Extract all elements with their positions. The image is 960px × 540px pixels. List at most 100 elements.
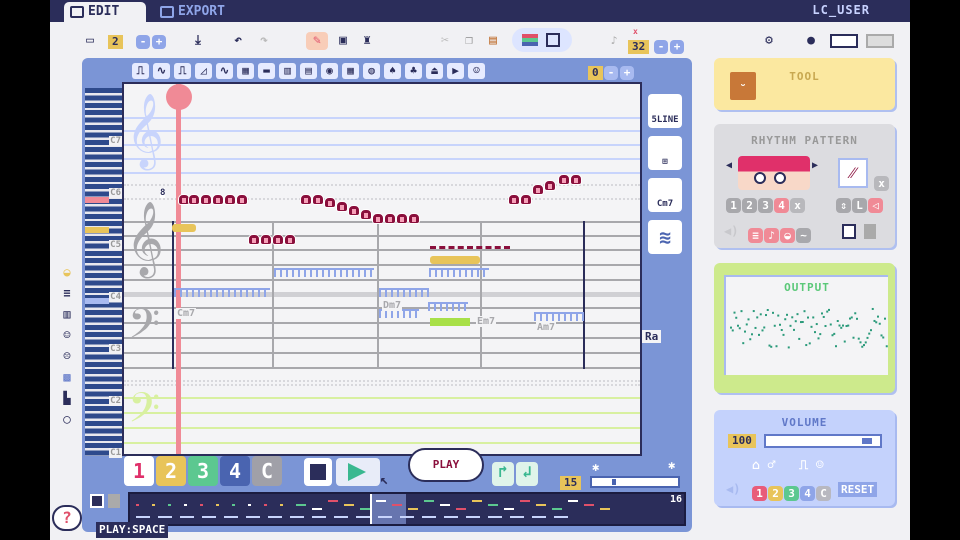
layers-button[interactable]: ≋ [648, 220, 682, 254]
robot-icon[interactable]: ▩ [60, 367, 74, 388]
tempo-slider-thumb[interactable] [612, 479, 616, 485]
volume-slider[interactable] [764, 434, 882, 448]
instrument-page-plus[interactable]: + [620, 66, 634, 80]
staff-canvas[interactable]: 𝄞𝄞𝄢𝄢8Cm7Dm7Em7Am7 [122, 82, 642, 456]
pencil-tool-icon[interactable]: ✎ [306, 32, 328, 50]
instrument-sine-wave-icon[interactable]: ∿ [153, 63, 170, 79]
paste-icon[interactable]: ▤ [484, 32, 502, 50]
folder-icon[interactable]: ▭ [82, 32, 98, 50]
instrument-marimba-icon[interactable]: ▦ [342, 63, 359, 79]
rhythm-tie-button[interactable]: ◁ [868, 198, 883, 213]
track-button-2[interactable]: 2 [156, 456, 186, 486]
keyboard-view-icon[interactable]: ▥ [60, 304, 74, 325]
tab-export[interactable]: EXPORT [154, 2, 254, 24]
timeline-paste-icon[interactable] [108, 494, 120, 508]
instrument-strawberry-icon[interactable]: ♣ [405, 63, 422, 79]
piano-keyboard[interactable]: C7C6C5C4C3C2C1 [85, 88, 122, 456]
undo-icon[interactable]: ↶ [230, 32, 246, 50]
rhythm-step-4[interactable]: 4 [774, 198, 789, 213]
volume-channel-4[interactable]: 4 [800, 486, 815, 501]
rhythm-prev-arrow[interactable]: ◀ [726, 160, 732, 171]
view-mode-2-icon[interactable] [866, 34, 894, 48]
rhythm-sound-1[interactable]: ≡ [748, 228, 763, 243]
instrument-organ-icon[interactable]: ▥ [279, 63, 296, 79]
volume-channel-1[interactable]: 1 [752, 486, 767, 501]
note-length-minus[interactable]: - [654, 40, 668, 54]
eraser-tool-icon[interactable]: ▣ [334, 32, 352, 50]
five-line-button[interactable]: 5LINE [648, 94, 682, 128]
stamp-tool-icon[interactable]: ♜ [358, 32, 376, 50]
play-button[interactable] [336, 458, 380, 486]
layer-toggle[interactable] [512, 28, 572, 52]
instrument-horn-icon[interactable]: ▶ [447, 63, 464, 79]
volume-speaker-icon[interactable]: ◀) [726, 482, 740, 496]
sad-face-icon[interactable]: ☹ [60, 346, 74, 367]
rhythm-copy-icon[interactable] [842, 224, 856, 239]
lines-icon[interactable]: ≡ [60, 283, 74, 304]
volume-channel-2[interactable]: 2 [768, 486, 783, 501]
rhythm-step-x[interactable]: x [790, 198, 805, 213]
rhythm-sound-3[interactable]: ◒ [780, 228, 795, 243]
rhythm-loop-button[interactable]: L [852, 198, 867, 213]
rhythm-sound-2[interactable]: ♪ [764, 228, 779, 243]
view-mode-1-icon[interactable] [830, 34, 858, 48]
note-length-plus[interactable]: + [670, 40, 684, 54]
printer-icon[interactable]: ▙ [60, 388, 74, 409]
rhythm-step-2[interactable]: 2 [742, 198, 757, 213]
copy-icon[interactable]: ❐ [460, 32, 478, 50]
track-button-1[interactable]: 1 [124, 456, 154, 486]
circle-icon[interactable]: ◯ [60, 409, 74, 430]
add-track-button[interactable]: ⊞ [648, 136, 682, 170]
settings-gear-icon[interactable]: ⚙ [760, 32, 778, 50]
file-plus-button[interactable]: + [152, 35, 166, 49]
rhythm-x-button[interactable]: x [874, 176, 889, 191]
instrument-noise-wave-icon[interactable]: ∿ [216, 63, 233, 79]
tempo-slider[interactable] [590, 476, 680, 488]
help-button[interactable]: ? [52, 505, 82, 531]
waveform-sample [875, 321, 877, 323]
instrument-ghost-icon[interactable]: ☺ [468, 63, 485, 79]
rhythm-pattern-preview[interactable]: ⁄⁄ [838, 158, 868, 188]
redo-icon[interactable]: ↷ [256, 32, 272, 50]
rhythm-step-3[interactable]: 3 [758, 198, 773, 213]
timeline-copy-icon[interactable] [90, 494, 104, 508]
lock-icon[interactable]: ◒ [60, 262, 74, 283]
instrument-bell-icon[interactable]: ◉ [321, 63, 338, 79]
track-button-4[interactable]: 4 [220, 456, 250, 486]
tab-edit[interactable]: EDIT [64, 2, 146, 24]
stop-button[interactable] [304, 458, 332, 486]
track-button-3[interactable]: 3 [188, 456, 218, 486]
volume-channel-3[interactable]: 3 [784, 486, 799, 501]
instrument-bell-top-icon[interactable]: ⏏ [426, 63, 443, 79]
rhythm-paste-icon[interactable] [864, 224, 876, 239]
instrument-pipes-icon[interactable]: ▤ [300, 63, 317, 79]
instrument-drum-icon[interactable]: ◍ [363, 63, 380, 79]
instrument-page-minus[interactable]: - [604, 66, 618, 80]
song-timeline[interactable]: 16 [128, 492, 686, 526]
track-button-c[interactable]: C [252, 456, 282, 486]
file-minus-button[interactable]: - [136, 35, 150, 49]
instrument-pulse-wave-icon[interactable]: ⎍ [174, 63, 191, 79]
cut-icon[interactable]: ✂ [436, 32, 454, 50]
loop-end-button[interactable]: ↲ [516, 462, 538, 486]
rhythm-next-arrow[interactable]: ▶ [812, 160, 818, 171]
volume-reset-button[interactable]: RESET [838, 482, 877, 497]
chord-button[interactable]: Cm7 [648, 178, 682, 212]
volume-channel-c[interactable]: C [816, 486, 831, 501]
download-icon[interactable]: ⤓ [190, 32, 206, 50]
rhythm-step-1[interactable]: 1 [726, 198, 741, 213]
bomb-icon[interactable]: ● [804, 32, 818, 50]
instrument-static-icon[interactable]: ▦ [237, 63, 254, 79]
instrument-saw-wave-icon[interactable]: ◿ [195, 63, 212, 79]
timeline-note [268, 516, 282, 518]
instrument-square-wave-icon[interactable]: ⎍ [132, 63, 149, 79]
volume-slider-thumb[interactable] [862, 438, 872, 444]
timeline-viewport[interactable] [370, 494, 406, 524]
rhythm-flip-button[interactable]: ⇕ [836, 198, 851, 213]
instrument-piano-icon[interactable]: ▬ [258, 63, 275, 79]
rhythm-speaker-icon[interactable]: ◀) [724, 224, 738, 238]
instrument-guitar-icon[interactable]: ♠ [384, 63, 401, 79]
happy-face-icon[interactable]: ☺ [60, 325, 74, 346]
loop-start-button[interactable]: ↱ [492, 462, 514, 486]
rhythm-sound-4[interactable]: ~ [796, 228, 811, 243]
